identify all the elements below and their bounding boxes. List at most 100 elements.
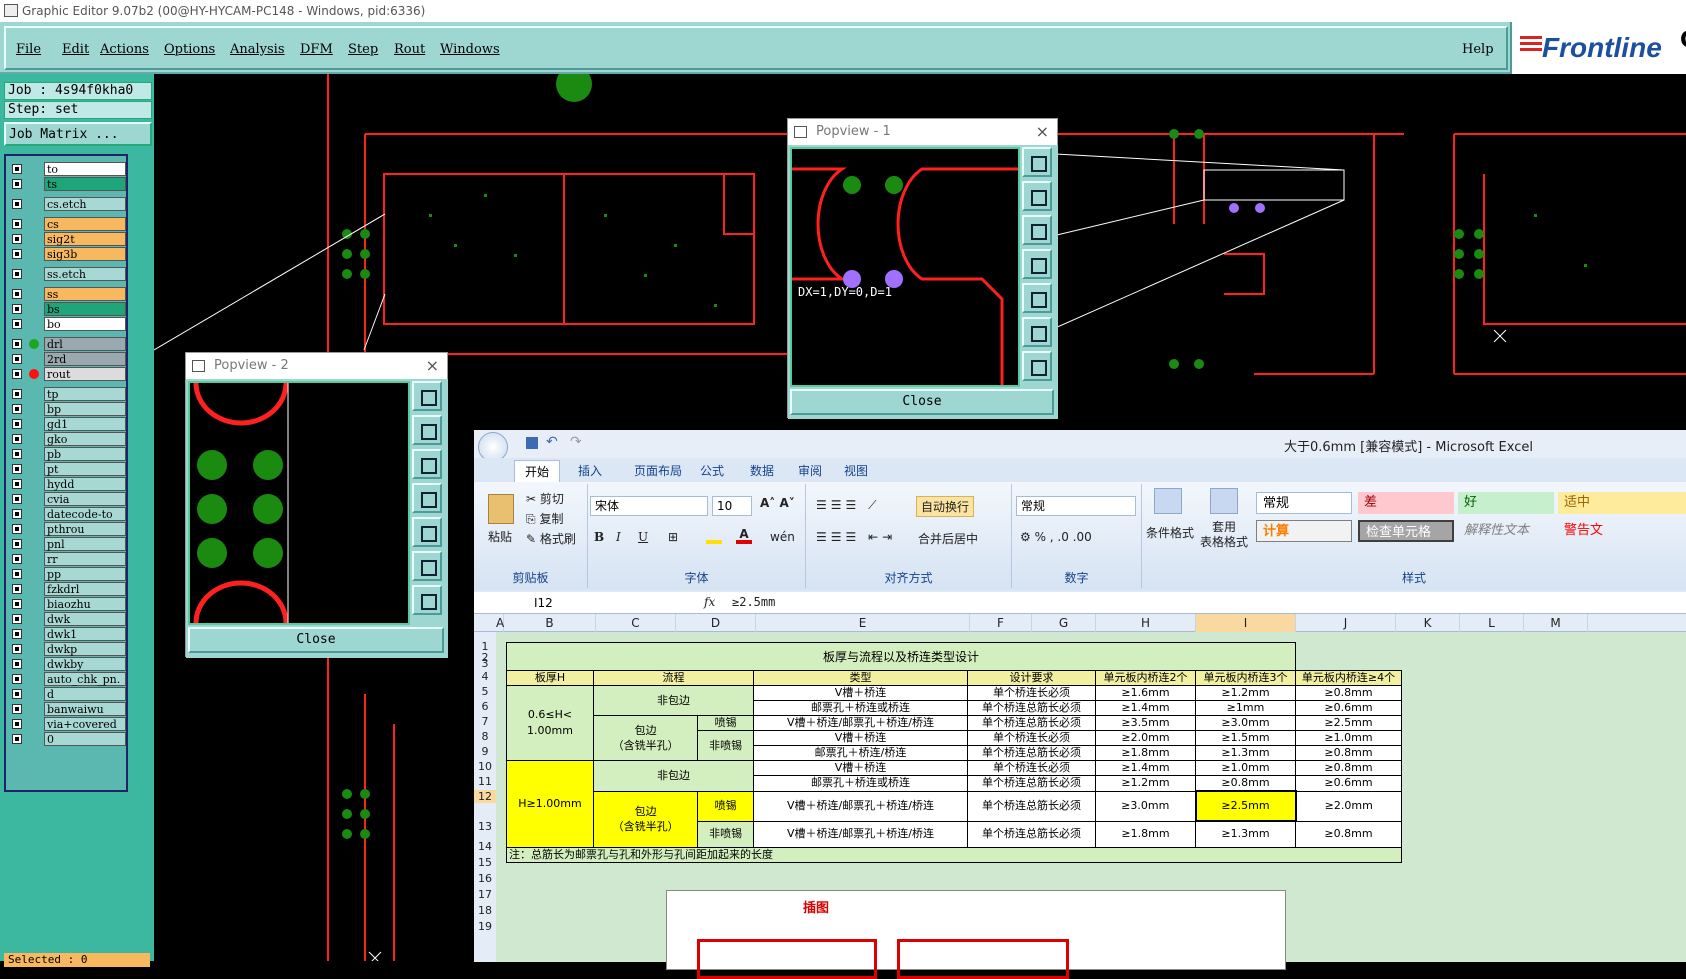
layer-name[interactable]: tp [44, 387, 126, 401]
close-icon[interactable]: × [1036, 119, 1049, 145]
layer-checkbox[interactable] [12, 249, 22, 259]
pan-down-icon[interactable] [1022, 215, 1052, 245]
menu-dfm[interactable]: DFM [300, 42, 333, 57]
layer-name[interactable]: banwaiwu [44, 702, 126, 716]
layer-name[interactable]: d [44, 687, 126, 701]
layer-name[interactable]: rr [44, 552, 126, 566]
row-header[interactable]: 7 [474, 715, 496, 728]
layer-checkbox[interactable] [12, 269, 22, 279]
layer-row[interactable]: dwkby [10, 657, 126, 671]
layer-name[interactable]: bo [44, 317, 126, 331]
horizontal-align-icons[interactable]: ☰☰☰ ⇤⇥ [816, 530, 896, 544]
layer-name[interactable]: ts [44, 177, 126, 191]
popview-1-canvas[interactable]: DX=1,DY=0,D=1 [790, 147, 1020, 387]
row-header[interactable]: 18 [474, 904, 496, 917]
layer-name[interactable]: cvia [44, 492, 126, 506]
vertical-align-icons[interactable]: ☰☰☰ ⟋ [816, 498, 881, 513]
row-header[interactable]: 8 [474, 730, 496, 743]
layer-checkbox[interactable] [12, 689, 22, 699]
popview-2-canvas[interactable] [188, 381, 410, 625]
layer-row[interactable]: d [10, 687, 126, 701]
layer-row[interactable]: fzkdrl [10, 582, 126, 596]
row-header[interactable]: 12 [474, 790, 496, 803]
layer-checkbox[interactable] [12, 704, 22, 714]
layer-row[interactable]: auto_chk_pn. [10, 672, 126, 686]
layer-name[interactable]: hydd [44, 477, 126, 491]
layer-row[interactable]: cs [10, 217, 126, 231]
layer-checkbox[interactable] [12, 479, 22, 489]
row-header[interactable]: 13 [474, 820, 496, 833]
font-size-select[interactable]: 10 [712, 496, 752, 516]
style-calc[interactable]: 计算 [1256, 520, 1352, 542]
layer-name[interactable]: gd1 [44, 417, 126, 431]
layer-row[interactable]: ss.etch [10, 267, 126, 281]
ribbon-tab[interactable]: 审阅 [788, 460, 832, 482]
pan-up-icon[interactable] [1022, 181, 1052, 211]
layer-row[interactable]: bs [10, 302, 126, 316]
layer-checkbox[interactable] [12, 539, 22, 549]
bold-button[interactable]: B [594, 530, 604, 544]
layer-name[interactable]: cs.etch [44, 197, 126, 211]
layer-name[interactable]: sig3b [44, 247, 126, 261]
layer-row[interactable]: rout [10, 367, 126, 381]
layer-row[interactable]: pnl [10, 537, 126, 551]
layer-checkbox[interactable] [12, 449, 22, 459]
italic-button[interactable]: I [616, 530, 621, 544]
column-header[interactable]: K [1396, 614, 1460, 632]
row-header[interactable]: 9 [474, 745, 496, 758]
font-color-icon[interactable]: A [736, 528, 752, 544]
popview-1-close-button[interactable]: Close [790, 389, 1054, 415]
layer-name[interactable]: sig2t [44, 232, 126, 246]
layer-name[interactable]: ss.etch [44, 267, 126, 281]
popview-1-titlebar[interactable]: Popview - 1 × [788, 119, 1057, 145]
column-header[interactable]: I [1196, 614, 1296, 632]
layer-row[interactable]: sig3b [10, 247, 126, 261]
row-header[interactable]: 3 [474, 657, 496, 670]
layer-name[interactable]: 0 [44, 732, 126, 746]
layer-name[interactable]: via+covered [44, 717, 126, 731]
layer-row[interactable]: cs.etch [10, 197, 126, 211]
pan-up-icon[interactable] [412, 415, 442, 445]
ribbon-tab[interactable]: 视图 [834, 460, 878, 482]
row-header[interactable]: 14 [474, 840, 496, 853]
zoom-in-icon[interactable] [412, 551, 442, 581]
column-header[interactable]: G [1032, 614, 1096, 632]
paste-icon[interactable] [488, 494, 514, 524]
column-header[interactable]: M [1524, 614, 1588, 632]
layer-row[interactable]: drl [10, 337, 126, 351]
row-header[interactable]: 17 [474, 888, 496, 901]
menu-actions[interactable]: Actions [100, 42, 149, 57]
border-icon[interactable]: ⊞ [668, 530, 678, 544]
menu-analysis[interactable]: Analysis [230, 42, 285, 57]
pan-right-icon[interactable] [1022, 283, 1052, 313]
ribbon-tab[interactable]: 数据 [740, 460, 784, 482]
ribbon-tab[interactable]: 页面布局 [624, 460, 692, 482]
layer-checkbox[interactable] [12, 389, 22, 399]
pan-right-icon[interactable] [412, 517, 442, 547]
layer-row[interactable]: dwk1 [10, 627, 126, 641]
layer-checkbox[interactable] [12, 179, 22, 189]
layer-name[interactable]: biaozhu [44, 597, 126, 611]
layer-checkbox[interactable] [12, 554, 22, 564]
close-icon[interactable]: × [426, 353, 439, 379]
embedded-picture[interactable]: 插图 [666, 890, 1286, 979]
pan-left-icon[interactable] [1022, 249, 1052, 279]
layer-name[interactable]: gko [44, 432, 126, 446]
layer-row[interactable]: ts [10, 177, 126, 191]
layer-row[interactable]: via+covered [10, 717, 126, 731]
pan-left-icon[interactable] [412, 483, 442, 513]
layer-row[interactable]: pthrou [10, 522, 126, 536]
conditional-format-icon[interactable] [1154, 488, 1182, 514]
layer-row[interactable]: rr [10, 552, 126, 566]
pan-down-icon[interactable] [412, 449, 442, 479]
style-check[interactable]: 检查单元格 [1358, 520, 1454, 542]
copy-button[interactable]: ⎘ 复制 [526, 510, 563, 527]
layer-checkbox[interactable] [12, 219, 22, 229]
layer-checkbox[interactable] [12, 354, 22, 364]
layer-name[interactable]: pt [44, 462, 126, 476]
style-neutral[interactable]: 适中 [1558, 492, 1686, 514]
conditional-format-button[interactable]: 条件格式 [1146, 524, 1194, 541]
layer-checkbox[interactable] [12, 584, 22, 594]
zoom-out-icon[interactable] [1022, 351, 1052, 381]
layer-name[interactable]: fzkdrl [44, 582, 126, 596]
